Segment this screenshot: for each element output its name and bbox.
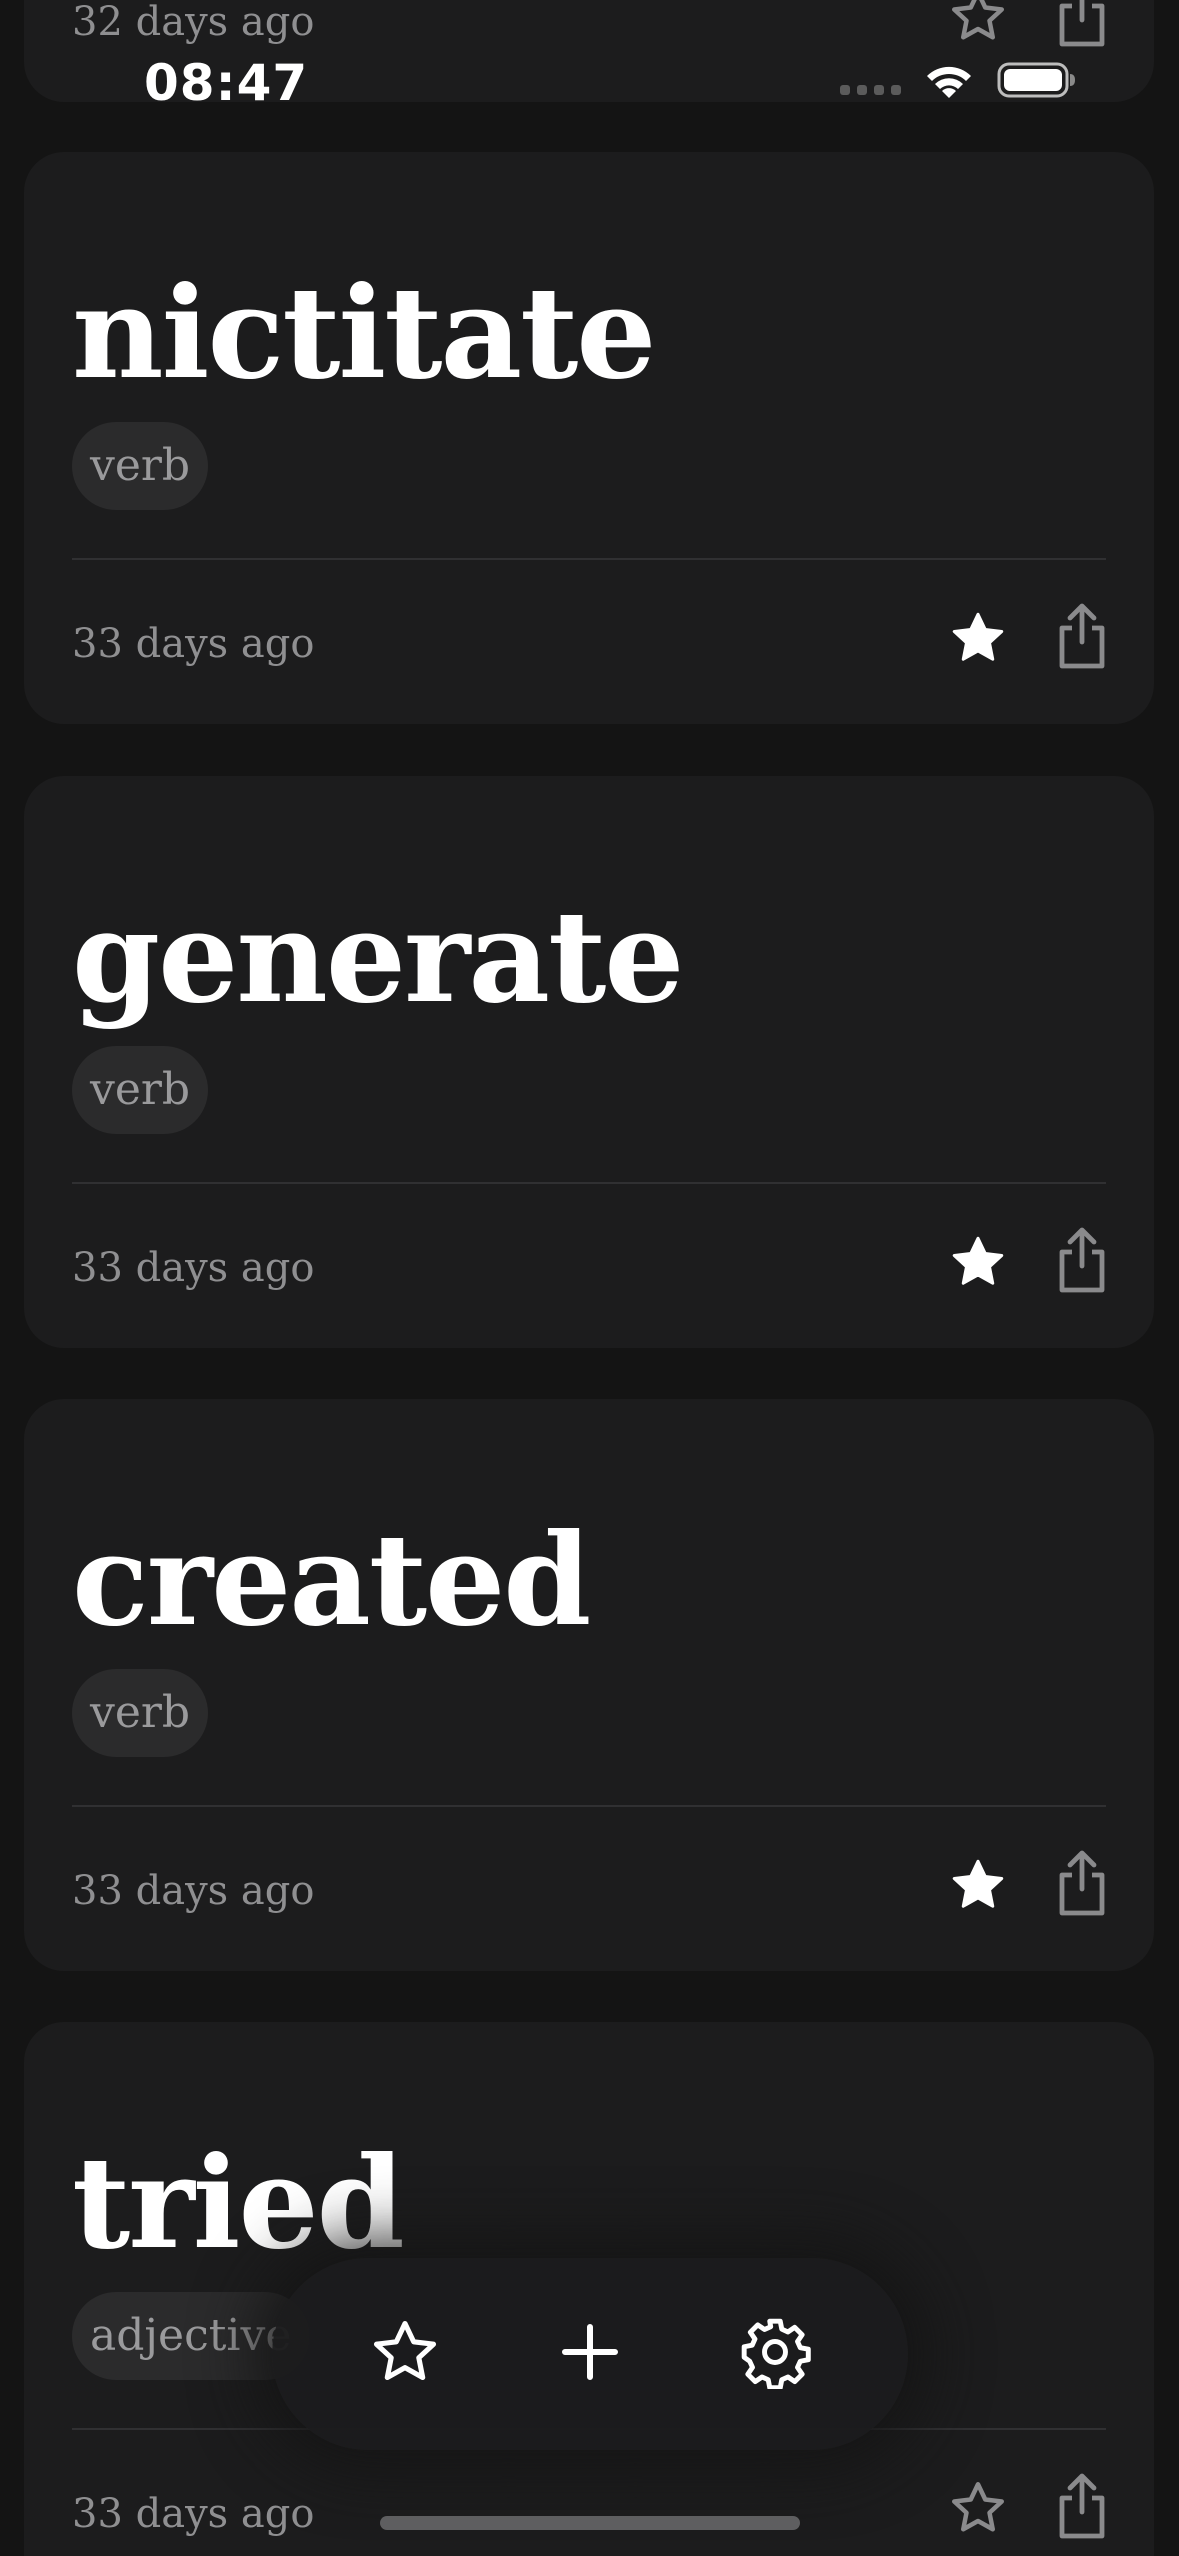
card-timestamp: 33 days ago — [72, 2491, 315, 2537]
star-icon — [368, 2316, 442, 2392]
star-outline-icon — [947, 2478, 1009, 2542]
gear-icon — [738, 2315, 812, 2393]
star-filled-icon — [947, 608, 1009, 672]
share-button[interactable] — [1046, 0, 1118, 56]
favorite-button[interactable] — [942, 604, 1014, 676]
share-button[interactable] — [1046, 1845, 1118, 1925]
star-outline-icon — [947, 0, 1009, 50]
part-of-speech-badge: verb — [72, 1046, 209, 1134]
favorite-button[interactable] — [942, 2474, 1014, 2546]
star-filled-icon — [947, 1232, 1009, 1296]
favorite-button[interactable] — [942, 1851, 1014, 1923]
card-timestamp: 33 days ago — [72, 1868, 315, 1914]
home-indicator[interactable] — [380, 2516, 800, 2530]
word-title: created — [72, 1506, 591, 1654]
settings-button[interactable] — [727, 2306, 823, 2402]
plus-icon — [560, 2322, 620, 2386]
part-of-speech-badge: verb — [72, 1669, 209, 1757]
favorite-button[interactable] — [942, 0, 1014, 54]
share-button[interactable] — [1046, 598, 1118, 678]
word-card[interactable]: 32 days ago — [24, 0, 1154, 102]
word-card[interactable]: nictitate verb 33 days ago — [24, 152, 1154, 724]
share-icon — [1054, 0, 1110, 52]
add-word-button[interactable] — [542, 2306, 638, 2402]
part-of-speech-badge: verb — [72, 422, 209, 510]
card-timestamp: 32 days ago — [72, 0, 315, 45]
word-card[interactable]: created verb 33 days ago — [24, 1399, 1154, 1971]
favorites-button[interactable] — [357, 2306, 453, 2402]
share-icon — [1054, 602, 1110, 674]
card-timestamp: 33 days ago — [72, 1245, 315, 1291]
word-title: generate — [72, 883, 684, 1031]
star-filled-icon — [947, 1855, 1009, 1919]
share-icon — [1054, 1849, 1110, 1921]
share-button[interactable] — [1046, 1222, 1118, 1302]
card-timestamp: 33 days ago — [72, 621, 315, 667]
share-icon — [1054, 2472, 1110, 2544]
word-title: tried — [72, 2129, 405, 2277]
favorite-button[interactable] — [942, 1228, 1014, 1300]
share-button[interactable] — [1046, 2468, 1118, 2548]
word-title: nictitate — [72, 259, 656, 407]
card-divider — [72, 1805, 1106, 1807]
share-icon — [1054, 1226, 1110, 1298]
word-card[interactable]: generate verb 33 days ago — [24, 776, 1154, 1348]
card-divider — [72, 1182, 1106, 1184]
card-divider — [72, 558, 1106, 560]
bottom-toolbar — [272, 2258, 908, 2450]
